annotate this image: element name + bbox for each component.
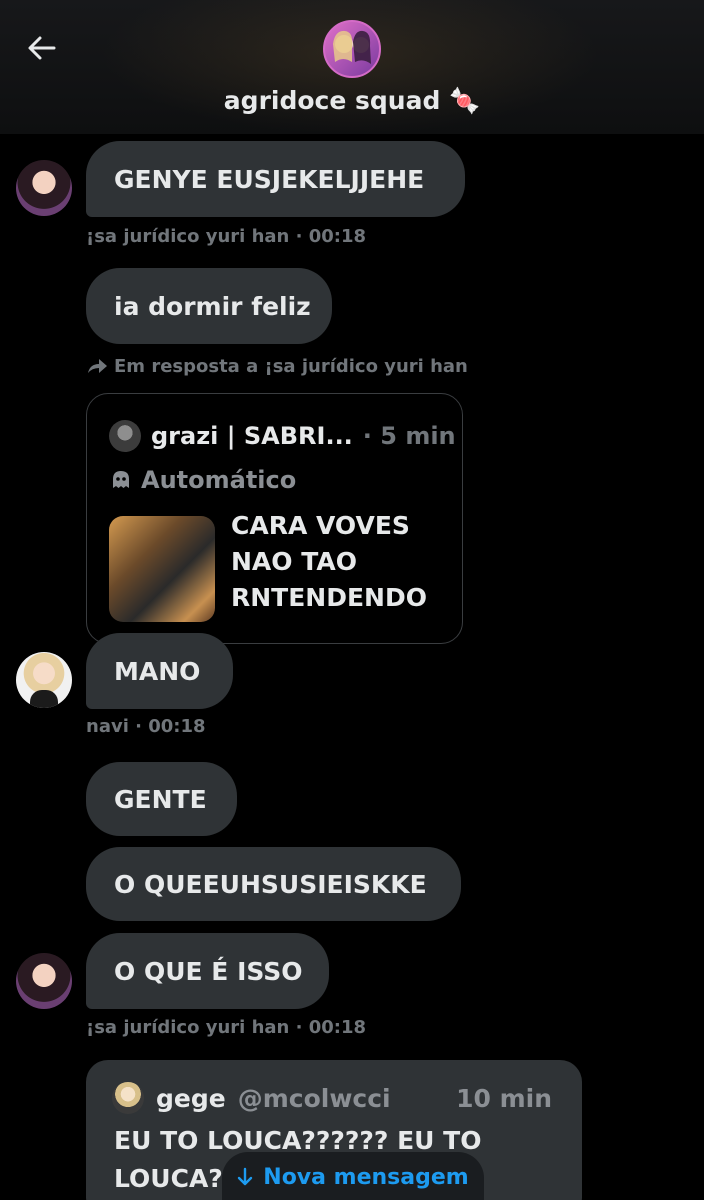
back-button[interactable]: [22, 28, 62, 68]
quoted-post-text: CARA VOVES NAO TAO RNTENDENDO: [231, 511, 427, 612]
avatar: [109, 420, 141, 452]
avatar: [112, 1082, 144, 1114]
message-meta: ¡sa jurídico yuri han · 00:18: [86, 1017, 367, 1038]
message-bubble[interactable]: O QUEEUHSUSIEISKKE: [86, 847, 461, 921]
shared-post-name: gege: [156, 1083, 226, 1113]
quoted-post-author: grazi | SABRI... · 5 min: [109, 420, 456, 452]
message-bubble[interactable]: MANO: [86, 633, 233, 709]
quoted-post-card[interactable]: grazi | SABRI... · 5 min Automático CARA…: [86, 393, 463, 644]
avatar[interactable]: [16, 953, 72, 1009]
new-message-button[interactable]: Nova mensagem: [222, 1152, 484, 1200]
chat-header: agridoce squad 🍬: [0, 0, 704, 134]
reply-note-text: Em resposta a ¡sa jurídico yuri han: [114, 356, 468, 377]
arrow-left-icon: [28, 36, 56, 60]
message-bubble[interactable]: O QUE É ISSO: [86, 933, 329, 1009]
new-message-label: Nova mensagem: [263, 1164, 469, 1190]
shared-post-time: 10 min: [456, 1084, 552, 1113]
automatic-text: Automático: [141, 466, 297, 494]
automatic-label: Automático: [109, 466, 296, 494]
group-title[interactable]: agridoce squad 🍬: [0, 86, 704, 116]
quoted-post-name: grazi | SABRI...: [151, 422, 353, 450]
avatar[interactable]: [16, 160, 72, 216]
quoted-post-image[interactable]: [109, 516, 215, 622]
message-meta: ¡sa jurídico yuri han · 00:18: [86, 226, 367, 247]
quoted-post-time: · 5 min: [362, 422, 456, 450]
message-bubble[interactable]: ia dormir feliz: [86, 268, 332, 344]
reply-note: Em resposta a ¡sa jurídico yuri han: [86, 356, 468, 377]
arrow-down-icon: [238, 1167, 253, 1186]
avatar[interactable]: [16, 652, 72, 708]
message-meta: navi · 00:18: [86, 716, 206, 737]
reply-arrow-icon: [88, 358, 107, 373]
message-bubble[interactable]: GENTE: [86, 762, 237, 836]
robot-icon: [113, 471, 129, 488]
group-avatar[interactable]: [323, 20, 381, 78]
shared-post-handle: @mcolwcci: [237, 1083, 391, 1113]
message-bubble[interactable]: GENYE EUSJEKELJJEHE: [86, 141, 465, 217]
shared-post-author: gege @mcolwcci: [112, 1082, 391, 1114]
